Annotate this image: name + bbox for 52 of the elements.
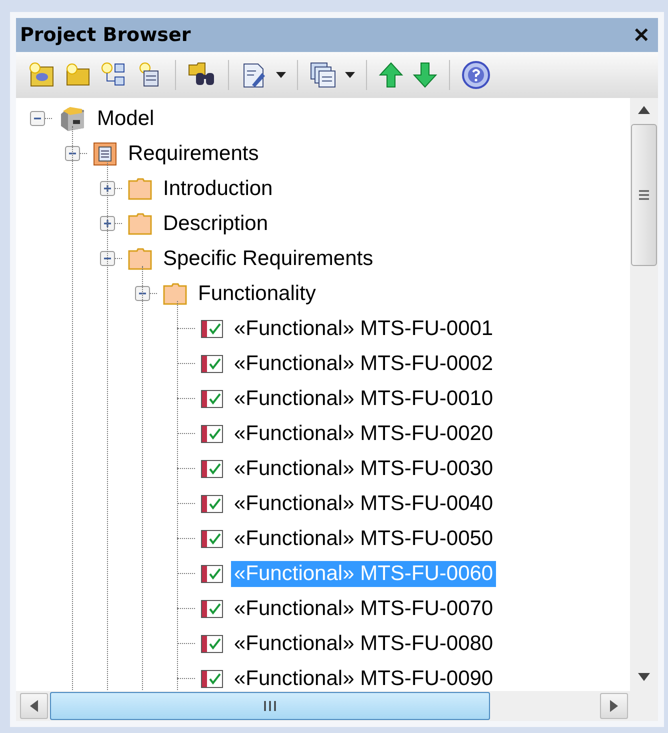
tree-item[interactable]: «Functional» MTS-FU-0050	[231, 526, 496, 552]
horizontal-scrollbar[interactable]	[16, 691, 658, 721]
tree-item[interactable]: «Functional» MTS-FU-0002	[231, 350, 496, 376]
scrollbar-thumb[interactable]	[631, 124, 657, 266]
scroll-up-icon[interactable]	[638, 106, 650, 114]
expand-toggle[interactable]	[100, 216, 115, 231]
requirement-icon	[201, 460, 223, 478]
requirement-icon	[201, 390, 223, 408]
requirement-icon	[201, 600, 223, 618]
tree-item[interactable]: «Functional» MTS-FU-0020	[231, 420, 496, 446]
scroll-right-icon[interactable]	[600, 693, 628, 719]
requirement-icon	[201, 320, 223, 338]
help-icon[interactable]	[459, 58, 493, 92]
folder-icon	[128, 248, 152, 270]
tree-item[interactable]: «Functional» MTS-FU-0070	[231, 596, 496, 622]
collapse-toggle[interactable]	[100, 251, 115, 266]
scrollbar-thumb[interactable]	[50, 692, 490, 720]
expand-toggle[interactable]	[100, 181, 115, 196]
folder-icon	[128, 178, 152, 200]
tree-item[interactable]: «Functional» MTS-FU-0030	[231, 456, 496, 482]
tree-item[interactable]: Functionality	[195, 280, 319, 306]
tree-item[interactable]: «Functional» MTS-FU-0080	[231, 630, 496, 656]
collapse-toggle[interactable]	[30, 111, 45, 126]
tree-item[interactable]: Introduction	[160, 176, 276, 202]
requirement-icon	[201, 354, 223, 372]
window-title: Project Browser	[20, 24, 191, 46]
folder-icon	[163, 282, 187, 304]
dropdown-caret-icon[interactable]	[343, 70, 357, 80]
requirement-icon	[201, 530, 223, 548]
dropdown-caret-icon[interactable]	[274, 70, 288, 80]
package-icon	[93, 142, 117, 166]
tree-item[interactable]: Requirements	[125, 140, 262, 166]
requirement-icon	[201, 670, 223, 688]
tree-item[interactable]: «Functional» MTS-FU-0090	[231, 666, 496, 691]
tree-item[interactable]: Specific Requirements	[160, 246, 376, 272]
vertical-scrollbar[interactable]	[630, 98, 658, 691]
requirement-icon	[201, 424, 223, 442]
cabinet-icon	[58, 106, 86, 132]
tree-item[interactable]: Model	[94, 106, 158, 132]
collapse-toggle[interactable]	[135, 286, 150, 301]
requirement-icon	[201, 564, 223, 582]
requirement-icon	[201, 494, 223, 512]
tree-item[interactable]: «Functional» MTS-FU-0040	[231, 490, 496, 516]
close-button[interactable]: ✕	[631, 22, 652, 48]
folder-icon	[128, 212, 152, 234]
requirement-icon	[201, 634, 223, 652]
collapse-toggle[interactable]	[65, 146, 80, 161]
tree-item[interactable]: «Functional» MTS-FU-0010	[231, 386, 496, 412]
tree-item[interactable]: «Functional» MTS-FU-0001	[231, 316, 496, 342]
scroll-left-icon[interactable]	[20, 693, 48, 719]
tree-item[interactable]: Description	[160, 210, 272, 236]
scroll-down-icon[interactable]	[638, 673, 650, 681]
